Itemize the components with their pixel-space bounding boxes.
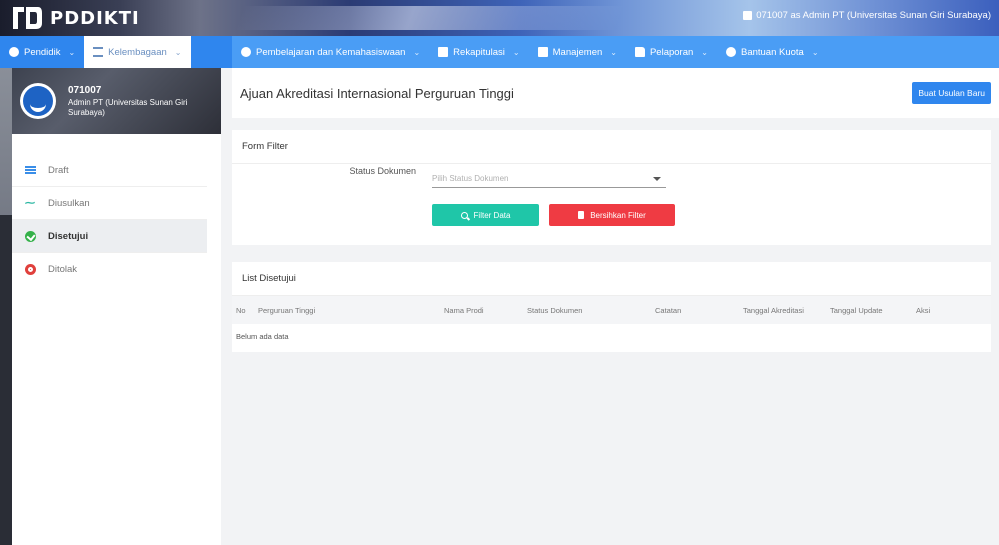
sidebar-menu: Draft ⁓ Diusulkan Disetujui Ditolak: [0, 154, 221, 286]
col-status-dokumen: Status Dokumen: [527, 305, 583, 315]
nav-item-pelaporan[interactable]: Pelaporan ⌄: [626, 36, 717, 68]
user-info[interactable]: 071007 as Admin PT (Universitas Sunan Gi…: [743, 10, 991, 21]
nav-item-label: Kelembagaan: [108, 46, 167, 58]
trash-icon: [578, 211, 585, 219]
list-card-title: List Disetujui: [232, 262, 991, 296]
sidebar-item-disetujui[interactable]: Disetujui: [0, 220, 207, 253]
page-header: Ajuan Akreditasi Internasional Perguruan…: [232, 68, 999, 118]
header-banner: PDDIKTI 071007 as Admin PT (Universitas …: [0, 0, 999, 36]
avatar: [20, 83, 56, 119]
sidebar-item-label: Disetujui: [48, 230, 89, 242]
nav-item-rekapitulasi[interactable]: Rekapitulasi ⌄: [429, 36, 528, 68]
user-circle-icon: [9, 47, 19, 57]
chevron-down-icon: [653, 176, 661, 181]
main-content: Ajuan Akreditasi Internasional Perguruan…: [232, 68, 999, 545]
status-select[interactable]: Pilih Status Dokumen: [432, 166, 666, 188]
trend-icon: ⁓: [25, 197, 35, 209]
filter-card-title: Form Filter: [232, 130, 991, 164]
col-catatan: Catatan: [655, 305, 682, 315]
list-card: List Disetujui No Perguruan Tinggi Nama …: [232, 262, 991, 352]
sidebar: 071007 Admin PT (Universitas Sunan Giri …: [0, 68, 221, 545]
chevron-down-icon: ⌄: [610, 47, 617, 57]
search-icon: [460, 211, 468, 219]
nav-right-group: Pembelajaran dan Kemahasiswaan ⌄ Rekapit…: [232, 36, 999, 68]
new-proposal-button[interactable]: Buat Usulan Baru: [912, 82, 991, 104]
logo-text: PDDIKTI: [50, 7, 140, 29]
avatar-logo-icon: [23, 86, 53, 116]
filter-data-label: Filter Data: [473, 210, 511, 220]
chevron-down-icon: ⌄: [68, 47, 76, 57]
col-aksi: Aksi: [916, 305, 931, 315]
nav-item-label: Pendidik: [24, 46, 61, 58]
chevron-down-icon: ⌄: [512, 47, 520, 57]
sidebar-item-label: Draft: [48, 164, 69, 176]
nav-item-manajemen[interactable]: Manajemen ⌄: [529, 36, 626, 68]
table-row: Belum ada data: [232, 324, 991, 349]
document-icon: [537, 47, 548, 57]
nav-left-group: Pendidik ⌄ Kelembagaan ⌄: [0, 36, 232, 68]
clear-filter-button[interactable]: Bersihkan Filter: [549, 204, 675, 226]
profile-role: Admin PT (Universitas Sunan Giri Surabay…: [68, 97, 188, 117]
empty-table-message: Belum ada data: [236, 332, 289, 341]
nav-item-bantuan-kuota[interactable]: Bantuan Kuota ⌄: [717, 36, 828, 68]
calendar-icon: [438, 47, 449, 57]
check-circle-icon: [25, 230, 36, 242]
chevron-down-icon: ⌄: [811, 47, 819, 57]
banner-decoration: [235, 6, 625, 30]
nav-item-label: Pembelajaran dan Kemahasiswaan: [256, 46, 406, 58]
chevron-down-icon: ⌄: [413, 47, 421, 57]
nav-item-label: Manajemen: [552, 46, 603, 58]
logo[interactable]: PDDIKTI: [10, 2, 140, 34]
sidebar-item-diusulkan[interactable]: ⁓ Diusulkan: [0, 187, 207, 220]
status-label: Status Dokumen: [349, 166, 416, 176]
chevron-down-icon: ⌄: [701, 47, 708, 57]
user-circle-icon: [725, 47, 736, 57]
sidebar-item-label: Diusulkan: [48, 197, 90, 209]
nav-item-pendidik[interactable]: Pendidik ⌄: [0, 36, 84, 68]
nav-item-pembelajaran[interactable]: Pembelajaran dan Kemahasiswaan ⌄: [232, 36, 429, 68]
profile-id: 071007: [68, 84, 102, 96]
approved-table: No Perguruan Tinggi Nama Prodi Status Do…: [232, 296, 991, 349]
window-edge-dark: [0, 215, 12, 545]
nav-item-label: Rekapitulasi: [453, 46, 505, 58]
user-info-text: 071007 as Admin PT (Universitas Sunan Gi…: [756, 10, 991, 21]
main-nav: Pendidik ⌄ Kelembagaan ⌄ Pembelajaran da…: [0, 36, 999, 68]
folder-icon: [634, 47, 645, 57]
col-nama-prodi: Nama Prodi: [444, 305, 484, 315]
nav-item-label: Bantuan Kuota: [740, 46, 804, 58]
page-title: Ajuan Akreditasi Internasional Perguruan…: [240, 85, 514, 101]
sidebar-item-label: Ditolak: [48, 264, 78, 275]
clear-filter-label: Bersihkan Filter: [590, 210, 646, 220]
x-circle-icon: [25, 264, 36, 275]
table-header-row: No Perguruan Tinggi Nama Prodi Status Do…: [232, 296, 991, 324]
profile-text: 071007 Admin PT (Universitas Sunan Giri …: [68, 85, 208, 118]
user-card-icon: [743, 11, 753, 20]
list-icon: [25, 166, 36, 174]
sidebar-item-draft[interactable]: Draft: [0, 154, 207, 187]
user-circle-icon: [241, 47, 251, 57]
filter-data-button[interactable]: Filter Data: [432, 204, 539, 226]
col-tanggal-akreditasi: Tanggal Akreditasi: [743, 305, 804, 315]
col-no: No: [236, 305, 246, 315]
logo-mark-icon: [13, 7, 42, 29]
nav-item-label: Pelaporan: [649, 46, 694, 58]
profile-panel: 071007 Admin PT (Universitas Sunan Giri …: [0, 68, 221, 134]
chevron-down-icon: ⌄: [174, 47, 182, 57]
status-select-placeholder: Pilih Status Dokumen: [432, 174, 509, 183]
filter-card: Form Filter Status Dokumen Pilih Status …: [232, 130, 991, 245]
col-perguruan-tinggi: Perguruan Tinggi: [258, 305, 316, 315]
col-tanggal-update: Tanggal Update: [830, 305, 883, 315]
institution-icon: [93, 47, 104, 57]
nav-item-kelembagaan[interactable]: Kelembagaan ⌄: [84, 36, 191, 68]
sidebar-item-ditolak[interactable]: Ditolak: [0, 253, 207, 286]
